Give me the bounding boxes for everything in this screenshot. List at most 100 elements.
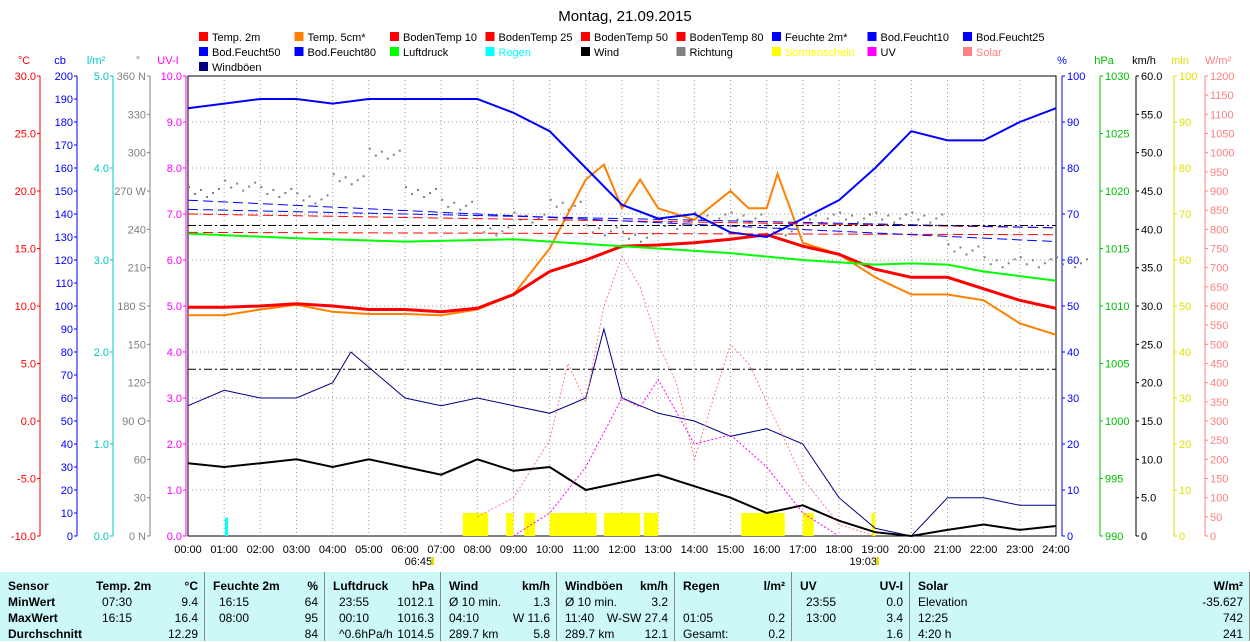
table-cell: 742 xyxy=(1222,611,1243,625)
direction-point xyxy=(423,196,425,198)
direction-point xyxy=(495,234,498,237)
axis-tick-label: 30.0 xyxy=(15,71,36,83)
table-cell: 16:15 xyxy=(102,611,133,625)
direction-point xyxy=(911,211,914,214)
axis-tick-label: 120 xyxy=(55,255,73,267)
axis-tick-label: 200 xyxy=(55,71,73,83)
x-tick-label: 22:00 xyxy=(970,544,998,556)
direction-point xyxy=(224,179,227,182)
axis-tick-label: 2.0 xyxy=(167,439,182,451)
table-cell: 0.2 xyxy=(768,611,785,625)
direction-point xyxy=(959,246,962,249)
direction-point xyxy=(947,243,950,246)
axis-tick-label: 70 xyxy=(1067,209,1079,221)
direction-point xyxy=(278,196,281,198)
axis-tick-label: 7.0 xyxy=(167,209,182,221)
table-column: Wind km/h Ø 10 min. 1.3 04:10 W 11.6 289.7 km 5… xyxy=(441,572,557,641)
direction-point xyxy=(634,233,636,236)
direction-point xyxy=(597,227,600,230)
axis-tick-label: 1020 xyxy=(1105,186,1129,198)
direction-point xyxy=(784,234,787,237)
axis-tick-label: 25.0 xyxy=(15,129,36,141)
axis-tick-label: 50.0 xyxy=(1141,148,1162,160)
table-cell: km/h xyxy=(521,579,550,593)
direction-point xyxy=(314,202,317,205)
sunshine-bar xyxy=(741,513,785,536)
legend-swatch xyxy=(772,47,781,56)
table-cell: Durchschnitt xyxy=(8,627,83,641)
direction-point xyxy=(362,175,365,178)
legend-label: Sonnenschein xyxy=(785,47,855,59)
x-tick-label: 20:00 xyxy=(898,544,926,556)
table-cell: hPa xyxy=(411,579,434,593)
direction-point xyxy=(344,176,347,179)
table-cell: 289.7 km xyxy=(449,627,499,641)
legend-swatch xyxy=(485,32,495,41)
direction-point xyxy=(1043,262,1046,265)
x-tick-label: 11:00 xyxy=(572,544,599,556)
table-cell: l/m² xyxy=(763,579,785,593)
direction-point xyxy=(1074,266,1076,269)
direction-point xyxy=(459,208,462,211)
table-cell: 12.1 xyxy=(644,627,668,641)
direction-point xyxy=(917,218,920,221)
axis-tick-label: 750 xyxy=(1210,244,1228,256)
axis-tick-label: 360 N xyxy=(117,71,146,83)
table-cell: 95 xyxy=(304,611,318,625)
legend-label: Solar xyxy=(976,47,1002,59)
x-tick-label: 24:00 xyxy=(1042,544,1070,556)
table-cell: Sensor xyxy=(8,579,49,593)
direction-point xyxy=(368,147,371,150)
sunset-label: 19:03 xyxy=(849,556,877,568)
x-tick-label: 18:00 xyxy=(825,544,853,556)
axis-tick-label: 190 xyxy=(55,94,73,106)
direction-point xyxy=(585,224,588,227)
direction-point xyxy=(736,218,739,221)
axis-tick-label: 1030 xyxy=(1105,71,1129,83)
direction-point xyxy=(284,192,287,194)
direction-point xyxy=(254,181,257,184)
axis-tick-label: 50 xyxy=(1179,301,1191,313)
axis-tick-label: 150 xyxy=(55,186,73,198)
axis-tick-label: 170 xyxy=(55,140,73,152)
direction-point xyxy=(489,227,492,230)
axis-tick-label: 40 xyxy=(1179,347,1191,359)
axis-tick-label: 1200 xyxy=(1210,71,1234,83)
axis-tick-label: 70 xyxy=(61,370,73,382)
axis-tick-label: 0 xyxy=(1141,531,1147,543)
table-cell: % xyxy=(307,579,318,593)
legend-label: Temp. 5cm* xyxy=(308,32,367,44)
axis-tick-label: 100 xyxy=(1210,493,1228,505)
axis-tick-label: 3.0 xyxy=(94,255,109,267)
direction-point xyxy=(1025,263,1028,266)
axis-tick-label: 0 xyxy=(1179,531,1185,543)
axis-tick-label: 120 xyxy=(128,378,146,390)
axis-tick-label: 40 xyxy=(61,439,73,451)
direction-point xyxy=(1056,256,1058,259)
table-cell: 9.4 xyxy=(181,595,198,609)
axis-tick-label: 20.0 xyxy=(1141,378,1162,390)
axis-tick-label: 800 xyxy=(1210,224,1228,236)
table-cell: 00:10 xyxy=(339,611,370,625)
table-cell: 12:25 xyxy=(918,611,949,625)
table-cell: 1.3 xyxy=(533,595,550,609)
direction-point xyxy=(724,213,727,216)
direction-point xyxy=(326,194,329,197)
axis-tick-label: 20.0 xyxy=(15,186,36,198)
direction-point xyxy=(1007,262,1010,265)
legend-label: BodenTemp 10 xyxy=(403,32,477,44)
direction-point xyxy=(260,186,263,188)
table-cell: W-SW 27.4 xyxy=(606,611,668,625)
x-tick-label: 15:00 xyxy=(717,544,745,556)
table-cell: °C xyxy=(184,579,198,593)
direction-point xyxy=(802,211,805,214)
axis-tick-label: 300 xyxy=(1210,416,1228,428)
axis-tick-label: 4.0 xyxy=(94,163,109,175)
direction-point xyxy=(483,231,486,234)
legend-label: UV xyxy=(881,47,897,59)
table-cell: 01:05 xyxy=(683,611,714,625)
table-cell: 64 xyxy=(304,595,318,609)
x-tick-label: 03:00 xyxy=(283,544,311,556)
axis-tick-label: 0 xyxy=(1210,531,1216,543)
axis-tick-label: 25.0 xyxy=(1141,339,1162,351)
